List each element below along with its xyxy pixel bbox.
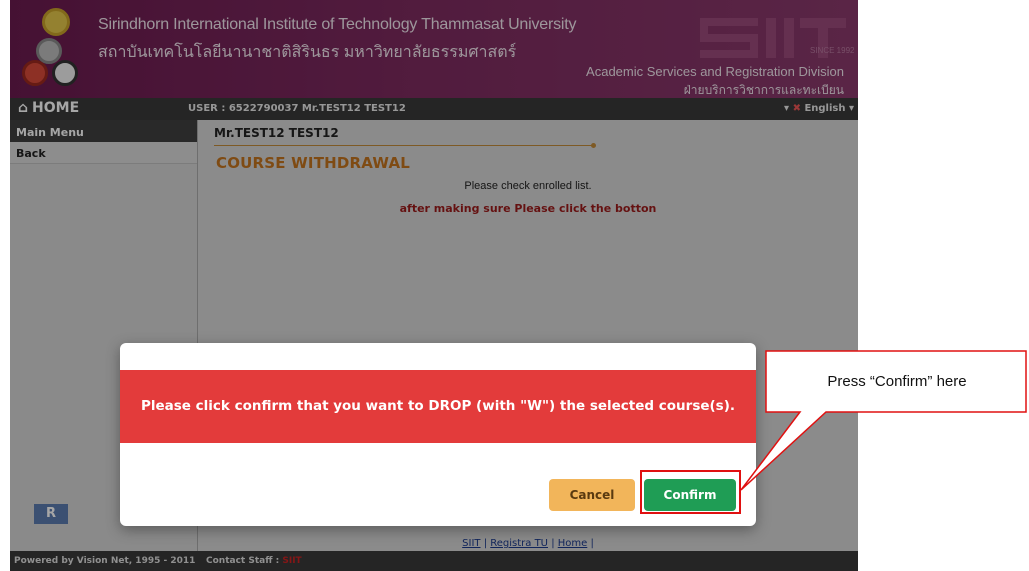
dialog-message: Please click confirm that you want to DR… — [120, 370, 756, 443]
cancel-button[interactable]: Cancel — [549, 479, 635, 511]
confirm-highlight-box — [640, 470, 741, 514]
callout-text: Press “Confirm” here — [827, 373, 967, 390]
